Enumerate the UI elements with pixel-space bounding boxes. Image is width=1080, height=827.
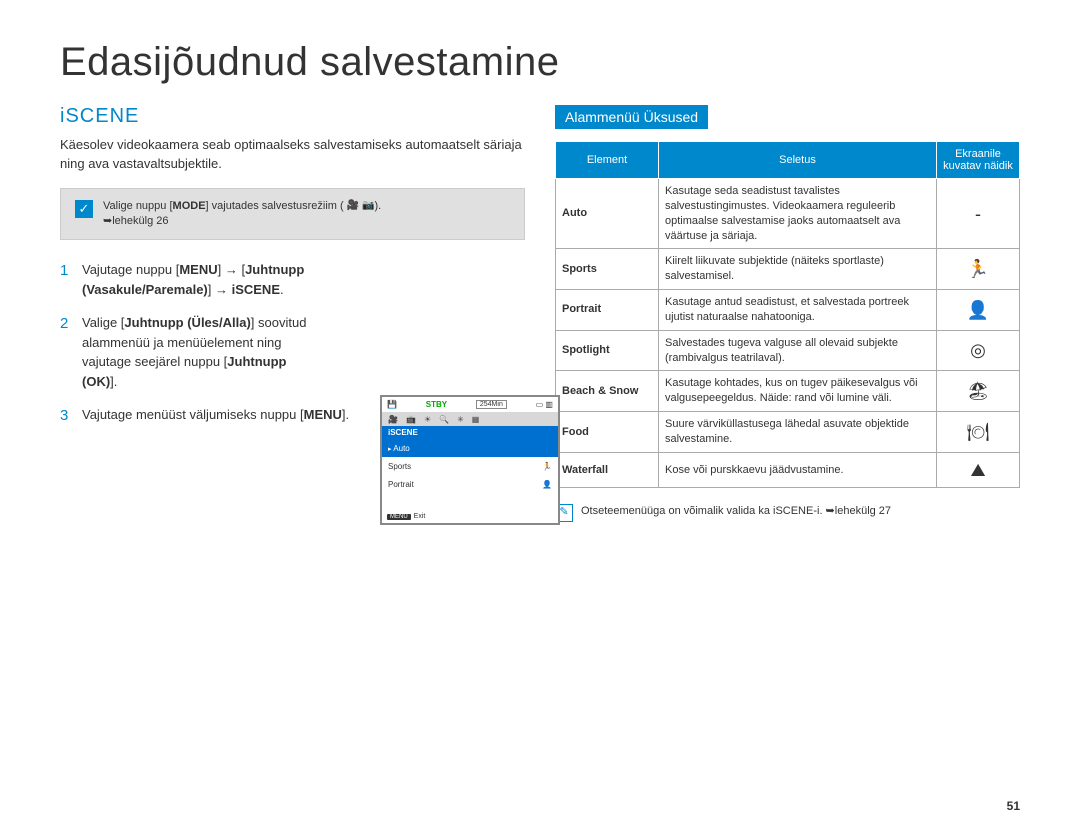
info-box: ✓ Valige nuppu [MODE] vajutades salvestu… (60, 188, 525, 241)
video-icon: 🎥 📷 (347, 199, 375, 213)
menu-badge: MENU (387, 514, 411, 520)
cell-element: Auto (556, 179, 659, 249)
section-heading-iscene: iSCENE (60, 105, 525, 128)
table-row: SportsKiirelt liikuvate subjektide (näit… (556, 249, 1020, 290)
lcd-item-sports: Sports🏃 (382, 457, 558, 475)
lcd-icons-row: 🎥 📺 ☀ 🔍 ✳ ▦ (382, 412, 558, 426)
cell-element: Spotlight (556, 330, 659, 371)
table-row: SpotlightSalvestades tugeva valguse all … (556, 330, 1020, 371)
check-icon: ✓ (75, 200, 93, 218)
th-element: Element (556, 142, 659, 179)
mode-icon: ▦ (472, 415, 480, 424)
table-body: AutoKasutage seda seadistust tavalistes … (556, 179, 1020, 488)
cell-desc: Kasutage kohtades, kus on tugev päikesev… (659, 371, 937, 412)
cell-element: Sports (556, 249, 659, 290)
step-2: Valige [Juhtnupp (Üles/Alla)] soovitud a… (60, 313, 525, 391)
cell-display-icon: 🍽 (937, 412, 1020, 453)
cell-display-icon: 🏃 (937, 249, 1020, 290)
left-column: iSCENE Käesolev videokaamera seab optima… (60, 105, 525, 522)
mode-icon: 🔍 (439, 415, 449, 424)
sports-icon: 🏃 (542, 462, 552, 471)
cell-desc: Salvestades tugeva valguse all olevaid s… (659, 330, 937, 371)
cell-element: Food (556, 412, 659, 453)
cell-element: Portrait (556, 290, 659, 331)
mode-icon: 📺 (406, 415, 416, 424)
table-header: Element Seletus Ekraanile kuvatav näidik (556, 142, 1020, 179)
info-box-text: Valige nuppu [MODE] vajutades salvestusr… (103, 199, 381, 230)
th-icon: Ekraanile kuvatav näidik (937, 142, 1020, 179)
cell-element: Waterfall (556, 452, 659, 487)
step-1: Vajutage nuppu [MENU] → [Juhtnupp (Vasak… (60, 260, 525, 299)
page-number: 51 (1007, 799, 1020, 813)
mode-icon: 🎥 (388, 415, 398, 424)
cell-desc: Suure värviküllastusega lähedal asuvate … (659, 412, 937, 453)
sub-heading: Alammenüü Üksused (555, 105, 708, 129)
footnote: ✎ Otseteemenüüga on võimalik valida ka i… (555, 504, 1020, 522)
cell-desc: Kose või purskkaevu jäädvustamine. (659, 452, 937, 487)
lcd-item-auto: ▸ Auto (382, 439, 558, 457)
lcd-item-portrait: Portrait👤 (382, 475, 558, 493)
items-table: Element Seletus Ekraanile kuvatav näidik… (555, 141, 1020, 488)
intro-text: Käesolev videokaamera seab optimaalseks … (60, 136, 525, 174)
lcd-menu-title: iSCENE (382, 426, 558, 439)
lcd-top-bar: 💾 STBY 254Min ▭ ▥ (382, 397, 558, 412)
cell-display-icon: 🏖 (937, 371, 1020, 412)
content-columns: iSCENE Käesolev videokaamera seab optima… (60, 105, 1020, 522)
cell-desc: Kiirelt liikuvate subjektide (näiteks sp… (659, 249, 937, 290)
footnote-text: Otseteemenüüga on võimalik valida ka iSC… (581, 504, 891, 519)
cell-element: Beach & Snow (556, 371, 659, 412)
cell-display-icon: ⛰ (937, 452, 1020, 487)
table-row: AutoKasutage seda seadistust tavalistes … (556, 179, 1020, 249)
sd-icon: 💾 (387, 400, 397, 409)
cell-desc: Kasutage antud seadistust, et salvestada… (659, 290, 937, 331)
table-row: FoodSuure värviküllastusega lähedal asuv… (556, 412, 1020, 453)
table-row: PortraitKasutage antud seadistust, et sa… (556, 290, 1020, 331)
lcd-screen: 💾 STBY 254Min ▭ ▥ 🎥 📺 ☀ 🔍 ✳ ▦ iSCENE ▸ A… (380, 395, 560, 525)
lcd-time: 254Min (476, 400, 507, 409)
table-row: WaterfallKose või purskkaevu jäädvustami… (556, 452, 1020, 487)
portrait-icon: 👤 (542, 480, 552, 489)
cell-desc: Kasutage seda seadistust tavalistes salv… (659, 179, 937, 249)
lcd-battery: ▭ ▥ (536, 400, 553, 409)
cell-display-icon: - (937, 179, 1020, 249)
mode-icon: ☀ (424, 415, 431, 424)
right-column: Alammenüü Üksused Element Seletus Ekraan… (555, 105, 1020, 522)
page-title: Edasijõudnud salvestamine (60, 40, 1020, 85)
lcd-stby: STBY (426, 400, 447, 409)
table-row: Beach & SnowKasutage kohtades, kus on tu… (556, 371, 1020, 412)
cell-display-icon: ◎ (937, 330, 1020, 371)
lcd-exit: MENU Exit (387, 513, 425, 520)
mode-icon: ✳ (457, 415, 464, 424)
th-desc: Seletus (659, 142, 937, 179)
cell-display-icon: 👤 (937, 290, 1020, 331)
